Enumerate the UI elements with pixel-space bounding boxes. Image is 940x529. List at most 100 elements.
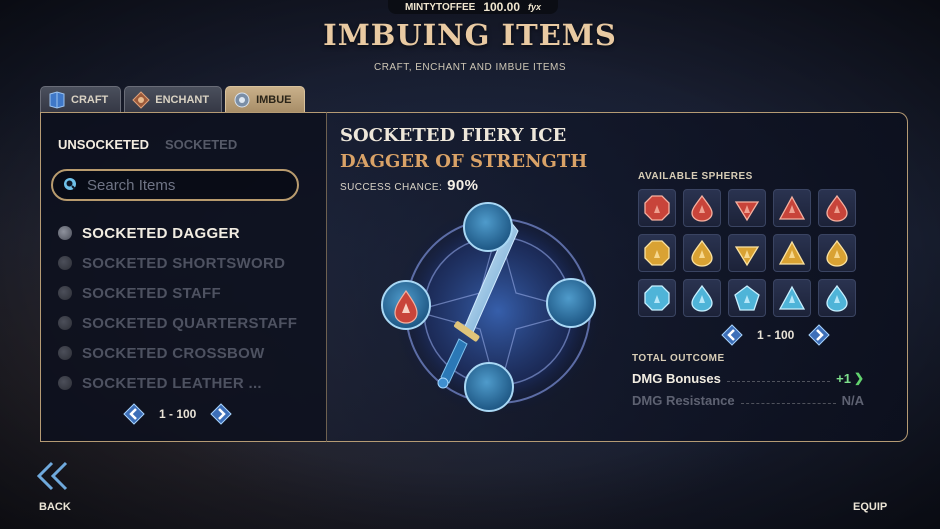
currency-unit: fyx	[528, 2, 542, 12]
blue-pentagon-sphere-icon	[734, 285, 760, 311]
imbue-circle	[381, 202, 602, 415]
tab-craft[interactable]: CRAFT	[40, 86, 122, 112]
back-chevrons-icon[interactable]	[34, 460, 72, 492]
red-triangle-sphere-icon	[778, 195, 806, 220]
item-bullet-icon	[58, 346, 72, 360]
equip-button[interactable]: EQUIP	[853, 501, 887, 513]
sphere-slot[interactable]	[638, 189, 676, 227]
search-icon	[64, 178, 76, 190]
blue-drop-sphere-icon	[826, 284, 848, 312]
sphere-slot[interactable]	[728, 189, 766, 227]
sphere-slot[interactable]	[683, 279, 721, 317]
enchant-icon	[132, 91, 150, 109]
blue-triangle-sphere-icon	[778, 285, 806, 310]
list-item-label: SOCKETED STAFF	[82, 284, 221, 302]
stat-leader	[726, 380, 831, 382]
blue-drop-sphere-icon	[691, 284, 713, 312]
list-item-socketed-staff[interactable]: SOCKETED STAFF	[58, 278, 297, 308]
list-item-socketed-dagger[interactable]: SOCKETED DAGGER	[58, 218, 297, 248]
sphere-slot[interactable]	[638, 234, 676, 272]
sphere-slot[interactable]	[773, 234, 811, 272]
back-button[interactable]: BACK	[39, 501, 71, 513]
currency-display: MINTYTOFFEE 100.00 fyx	[388, 0, 558, 14]
item-name-line2: DAGGER OF STRENGTH	[340, 151, 588, 172]
sphere-slot[interactable]	[638, 279, 676, 317]
socket-top[interactable]	[463, 202, 513, 252]
item-bullet-icon	[58, 226, 72, 240]
subtab-socketed[interactable]: SOCKETED	[165, 137, 237, 152]
tab-imbue[interactable]: IMBUE	[225, 86, 305, 112]
gold-triangle-sphere-icon	[778, 240, 806, 265]
item-name-line1: SOCKETED FIERY ICE	[340, 125, 567, 146]
imbue-icon	[234, 92, 250, 108]
stat-name: DMG Resistance	[632, 392, 735, 408]
stat-dmg-bonuses: DMG Bonuses +1 ❯	[632, 369, 864, 387]
imbue-detail-panel: SOCKETED FIERY ICE DAGGER OF STRENGTH SU…	[326, 112, 908, 442]
tab-imbue-label: IMBUE	[256, 93, 292, 106]
next-page-icon[interactable]	[210, 403, 233, 425]
page-title: IMBUING ITEMS	[323, 18, 617, 52]
item-bullet-icon	[58, 256, 72, 270]
page-range: 1 - 100	[757, 328, 795, 342]
success-chance-value: 90%	[447, 177, 479, 194]
sphere-slot[interactable]	[683, 234, 721, 272]
tab-craft-label: CRAFT	[71, 93, 109, 106]
list-item-label: SOCKETED LEATHER ...	[82, 374, 262, 392]
list-item-socketed-quarterstaff[interactable]: SOCKETED QUARTERSTAFF	[58, 308, 297, 338]
item-bullet-icon	[58, 376, 72, 390]
sphere-slot[interactable]	[728, 234, 766, 272]
gold-octagon-sphere-icon	[644, 240, 670, 266]
tab-enchant-label: ENCHANT	[155, 93, 210, 106]
red-drop-sphere-icon	[826, 194, 848, 222]
sphere-slot[interactable]	[773, 189, 811, 227]
item-name: SOCKETED FIERY ICE DAGGER OF STRENGTH	[340, 123, 587, 175]
red-drop-sphere-icon	[691, 194, 713, 222]
stat-name: DMG Bonuses	[632, 370, 721, 386]
item-bullet-icon	[58, 286, 72, 300]
success-chance-label: SUCCESS CHANCE:	[340, 182, 443, 193]
list-item-label: SOCKETED CROSSBOW	[82, 344, 265, 362]
sphere-slot[interactable]	[818, 189, 856, 227]
sphere-slot[interactable]	[818, 279, 856, 317]
tab-bar: CRAFT ENCHANT IMBUE	[40, 86, 305, 112]
sphere-slot[interactable]	[683, 189, 721, 227]
sphere-slot[interactable]	[818, 234, 856, 272]
list-item-socketed-leather[interactable]: SOCKETED LEATHER ...	[58, 368, 297, 398]
prev-page-icon[interactable]	[123, 403, 145, 425]
page-range: 1 - 100	[159, 407, 197, 421]
item-list: SOCKETED DAGGER SOCKETED SHORTSWORD SOCK…	[58, 218, 297, 398]
socket-left-filled[interactable]	[381, 280, 431, 330]
stat-value: N/A	[841, 392, 864, 408]
red-octagon-sphere-icon	[644, 195, 670, 221]
list-item-socketed-shortsword[interactable]: SOCKETED SHORTSWORD	[58, 248, 297, 278]
socket-bottom[interactable]	[464, 362, 514, 412]
spheres-pager: 1 - 100	[721, 324, 831, 346]
list-item-label: SOCKETED SHORTSWORD	[82, 254, 286, 272]
red-diamond-sphere-icon	[734, 201, 760, 222]
item-bullet-icon	[58, 316, 72, 330]
success-chance: SUCCESS CHANCE: 90%	[340, 177, 478, 194]
subtab-unsocketed[interactable]: UNSOCKETED	[58, 137, 149, 152]
prev-page-icon[interactable]	[721, 324, 743, 346]
book-icon	[49, 91, 65, 109]
gold-diamond-sphere-icon	[734, 246, 760, 267]
item-list-pager: 1 - 100	[123, 403, 233, 425]
search-box[interactable]	[51, 169, 299, 201]
next-page-icon[interactable]	[808, 324, 831, 346]
increase-chevron-icon: ❯	[853, 371, 864, 385]
gold-drop-sphere-icon	[691, 239, 713, 267]
socket-right[interactable]	[546, 278, 596, 328]
spheres-title: AVAILABLE SPHERES	[638, 171, 753, 182]
list-item-socketed-crossbow[interactable]: SOCKETED CROSSBOW	[58, 338, 297, 368]
sphere-slot[interactable]	[773, 279, 811, 317]
tab-enchant[interactable]: ENCHANT	[124, 86, 223, 112]
stat-dmg-resistance: DMG Resistance N/A	[632, 391, 864, 409]
blue-octagon-sphere-icon	[644, 285, 670, 311]
stat-value: +1	[836, 370, 851, 386]
username: MINTYTOFFEE	[404, 1, 476, 13]
search-input[interactable]	[87, 176, 287, 194]
stat-leader	[740, 402, 836, 404]
item-list-panel: UNSOCKETED SOCKETED SOCKETED DAGGER SOCK…	[40, 112, 326, 442]
list-item-label: SOCKETED DAGGER	[82, 224, 240, 242]
sphere-slot[interactable]	[728, 279, 766, 317]
